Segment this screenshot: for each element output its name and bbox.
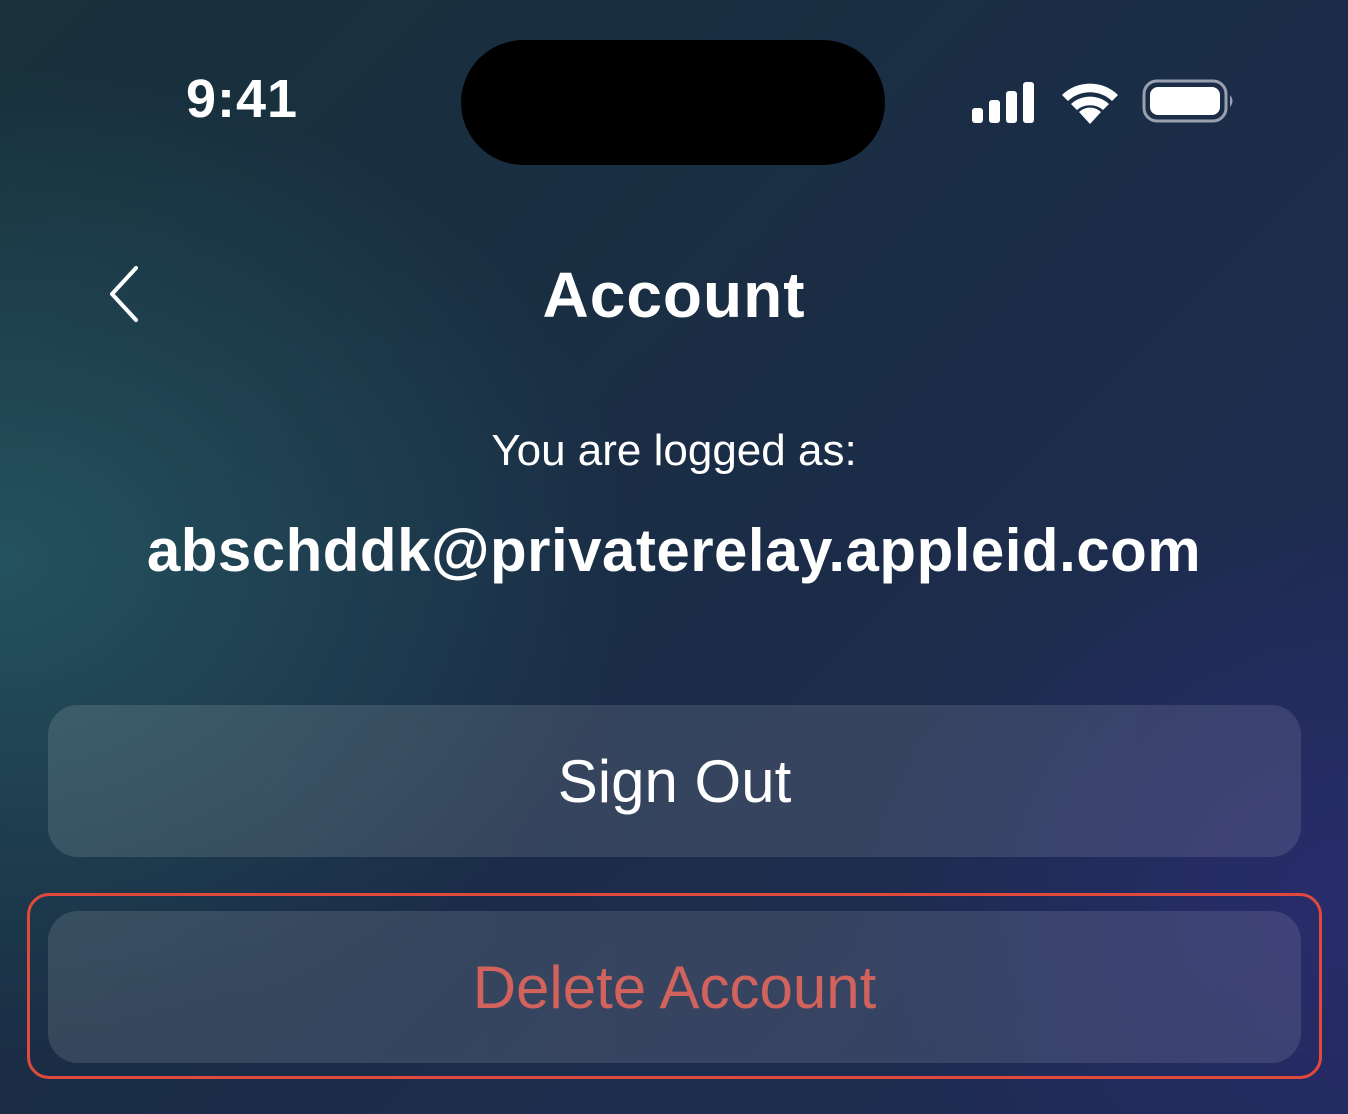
status-time: 9:41 (186, 69, 299, 129)
dynamic-island (461, 40, 885, 165)
sign-out-button[interactable]: Sign Out (48, 705, 1301, 857)
delete-account-button[interactable]: Delete Account (48, 911, 1301, 1063)
cellular-signal-icon (972, 82, 1034, 123)
status-icons (968, 76, 1238, 128)
page-title: Account (542, 259, 806, 331)
wifi-icon (1062, 83, 1118, 124)
account-email: abschddk@privaterelay.appleid.com (146, 517, 1202, 584)
battery-icon (1142, 79, 1233, 123)
logged-in-label: You are logged as: (491, 426, 857, 475)
